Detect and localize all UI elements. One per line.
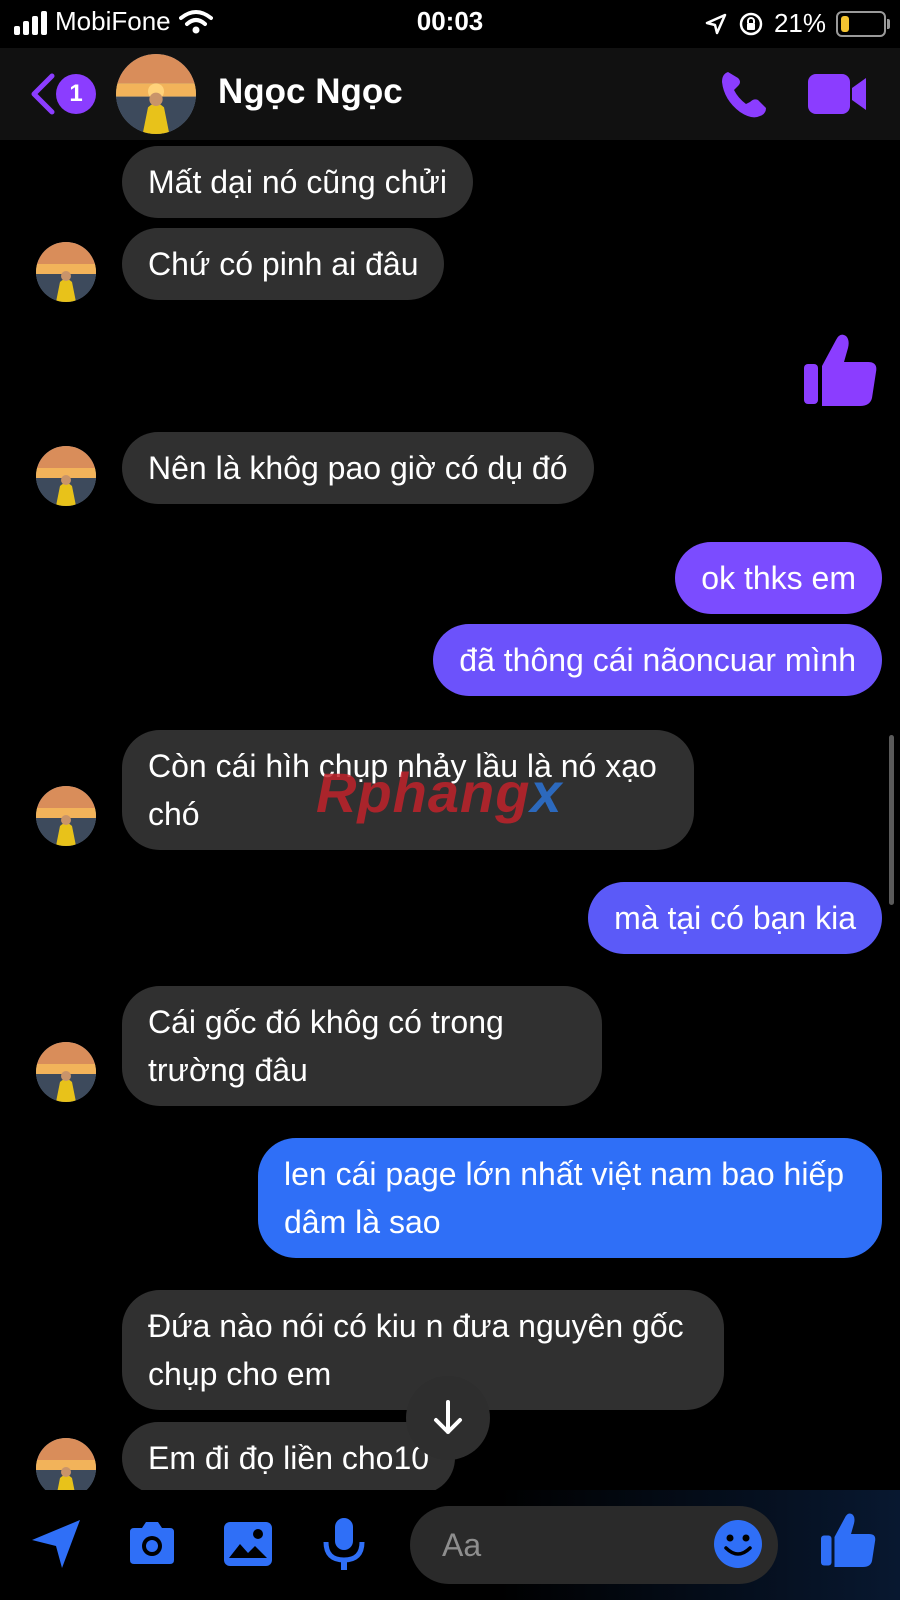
contact-avatar[interactable] [116,54,196,134]
message-incoming[interactable]: Cái gốc đó khôg có trong trường đâu [122,986,602,1106]
sender-avatar[interactable] [36,242,96,302]
status-bar: MobiFone 00:03 21% [0,0,900,46]
watermark-text: Rphang [316,761,531,824]
arrow-down-icon [434,1400,462,1434]
message-incoming[interactable]: Em đi đọ liền cho10 [122,1422,456,1490]
message-outgoing[interactable]: ok thks em [675,542,882,614]
video-camera-icon[interactable] [806,70,870,118]
emoji-icon[interactable] [712,1518,764,1570]
microphone-icon[interactable] [316,1516,372,1572]
message-incoming[interactable]: Nên là khôg pao giờ có dụ đó [122,432,594,504]
scrollbar[interactable] [889,735,894,905]
sender-avatar[interactable] [36,446,96,506]
sender-avatar[interactable] [36,1438,96,1490]
contact-name[interactable]: Ngọc Ngọc [218,72,403,112]
message-outgoing[interactable]: len cái page lớn nhất việt nam bao hiếp … [258,1138,882,1258]
conversation-header: 1 Ngọc Ngọc [0,48,900,140]
unread-badge[interactable]: 1 [56,74,96,114]
location-arrow-icon [705,13,727,34]
camera-icon[interactable] [124,1516,180,1572]
watermark-text-x: x [530,761,563,824]
message-outgoing[interactable]: mà tại có bạn kia [588,882,882,954]
sender-avatar[interactable] [36,1042,96,1102]
message-outgoing[interactable]: đã thông cái nãoncuar mình [433,624,882,696]
message-incoming[interactable]: Mất dại nó cũng chửi [122,146,473,218]
phone-icon[interactable] [716,66,772,122]
thumbs-up-icon[interactable] [818,1510,878,1570]
watermark: Rphangx [316,760,563,825]
status-right: 21% [704,8,890,39]
gallery-icon[interactable] [220,1516,276,1572]
thumbs-up-icon[interactable] [800,330,880,410]
rotation-lock-icon [739,12,763,35]
avatar-photo [116,54,196,134]
battery-icon [836,10,890,37]
message-incoming[interactable]: Chứ có pinh ai đâu [122,228,445,300]
battery-level [841,15,849,32]
send-arrow-icon[interactable] [28,1516,84,1572]
sender-avatar[interactable] [36,786,96,846]
composer-bar [0,1490,900,1600]
scroll-to-bottom-button[interactable] [406,1376,490,1460]
battery-percent: 21% [773,8,826,38]
